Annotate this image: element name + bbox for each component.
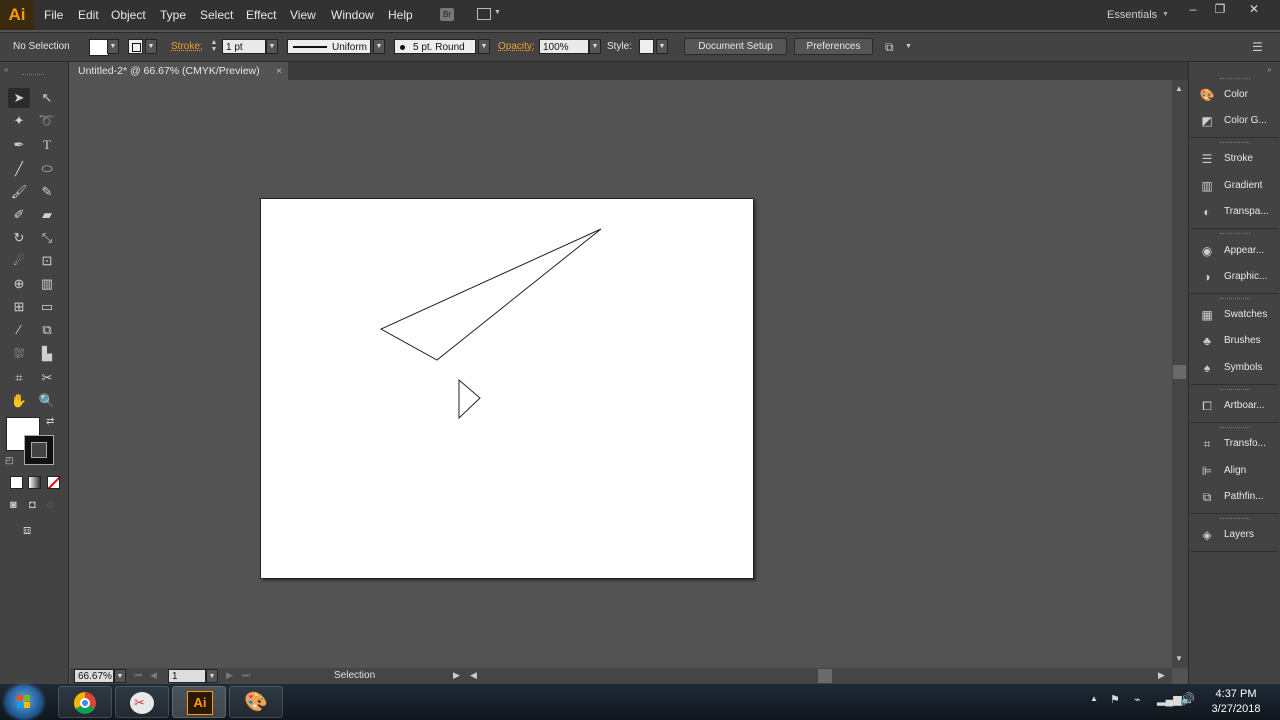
show-hidden-icons-icon[interactable]: ▲ [1090, 694, 1098, 703]
dock-gradient[interactable]: ▥ Gradient [1194, 175, 1280, 197]
clock-time: 4:37 PM [1215, 688, 1257, 700]
dock-separator [1190, 551, 1278, 552]
dock-align[interactable]: ⊫ Align [1194, 460, 1280, 482]
last-artboard-icon[interactable]: ⏭ [242, 670, 250, 681]
panel-grip[interactable] [1220, 298, 1250, 301]
taskbar-clock[interactable]: 4:37 PM 3/27/2018 [1204, 687, 1268, 717]
dock-separator [1190, 137, 1278, 138]
artboard-number-input[interactable]: 1 [168, 669, 206, 683]
vertical-scroll-thumb[interactable] [1173, 365, 1186, 379]
previous-artboard-icon[interactable]: ◀ [150, 670, 157, 681]
dock-color-guide[interactable]: ◩ Color G... [1194, 110, 1280, 132]
paint-icon[interactable]: 🎨 [229, 686, 283, 718]
vertical-scrollbar[interactable]: ▲ ▼ [1172, 80, 1188, 668]
horizontal-scroll-thumb[interactable] [818, 669, 832, 683]
snipping-tool-icon[interactable]: ✂ [115, 686, 169, 718]
dock-layers[interactable]: ◈ Layers [1194, 524, 1280, 546]
dock-transform[interactable]: ⌗ Transfo... [1194, 433, 1280, 455]
symbols-icon: ♠ [1203, 361, 1211, 375]
graphic-styles-icon: ◑ [1203, 270, 1211, 284]
dock-color[interactable]: 🎨 Color [1194, 84, 1280, 106]
color-palette-icon: 🎨 [1199, 88, 1215, 102]
expand-panels-icon[interactable]: » [1267, 65, 1271, 74]
dock-pathfinder[interactable]: ⧉ Pathfin... [1194, 486, 1280, 508]
start-button[interactable] [5, 685, 43, 719]
transform-icon: ⌗ [1203, 437, 1211, 451]
zoom-input[interactable]: 66.67% [74, 669, 114, 683]
panel-grip[interactable] [1220, 142, 1250, 145]
scroll-left-icon[interactable]: ◀ [470, 670, 477, 681]
dock-swatches[interactable]: ▦ Swatches [1194, 304, 1280, 326]
dock-separator [1190, 513, 1278, 514]
clock-date: 3/27/2018 [1211, 703, 1261, 715]
status-menu-icon[interactable]: ▶ [453, 670, 460, 681]
artboard-dropdown[interactable]: ▼ [206, 669, 218, 683]
triangle-shape-small[interactable] [458, 378, 481, 420]
triangle-shape-large[interactable] [379, 228, 602, 361]
dock-transparency[interactable]: ◐ Transpa... [1194, 201, 1280, 223]
gradient-icon: ▥ [1201, 179, 1213, 193]
current-tool-status: Selection [334, 670, 376, 681]
scroll-down-icon[interactable]: ▼ [1175, 654, 1183, 663]
first-artboard-icon[interactable]: ⏮ [134, 670, 142, 681]
volume-icon[interactable]: 🔊 [1180, 692, 1195, 706]
transparency-icon: ◐ [1203, 205, 1211, 219]
scroll-right-icon[interactable]: ▶ [1158, 670, 1165, 681]
dock-separator [1190, 384, 1278, 385]
panel-grip[interactable] [1220, 233, 1250, 236]
dock-artboards[interactable]: ⧠ Artboar... [1194, 395, 1280, 417]
brushes-icon: ♣ [1203, 334, 1211, 348]
pathfinder-icon: ⧉ [1202, 490, 1212, 504]
panel-grip[interactable] [1220, 78, 1250, 81]
panel-grip[interactable] [1220, 427, 1250, 430]
swatches-grid-icon: ▦ [1201, 308, 1213, 322]
artwork-layer [379, 228, 602, 420]
align-icon: ⊫ [1201, 464, 1213, 478]
dock-separator [1190, 422, 1278, 423]
appearance-icon: ◉ [1201, 244, 1213, 258]
dock-appearance[interactable]: ◉ Appear... [1194, 240, 1280, 262]
power-icon[interactable]: ⌁ [1134, 693, 1141, 706]
color-guide-icon: ◩ [1201, 114, 1213, 128]
artboards-icon: ⧠ [1202, 399, 1212, 413]
chrome-icon[interactable] [58, 686, 112, 718]
action-center-flag-icon[interactable]: ⚑ [1110, 693, 1120, 706]
dock-brushes[interactable]: ♣ Brushes [1194, 330, 1280, 352]
dock-separator [1190, 293, 1278, 294]
dock-graphic-styles[interactable]: ◑ Graphic... [1194, 266, 1280, 288]
panel-grip[interactable] [1220, 389, 1250, 392]
dock-symbols[interactable]: ♠ Symbols [1194, 357, 1280, 379]
stroke-lines-icon: ☰ [1201, 152, 1213, 166]
status-bar: 66.67% ▼ ⏮ ◀ 1 ▼ ▶ ⏭ Selection ▶ ◀ ▶ [70, 668, 1172, 684]
panel-grip[interactable] [1220, 518, 1250, 521]
layers-icon: ◈ [1202, 528, 1212, 542]
scroll-up-icon[interactable]: ▲ [1175, 84, 1183, 93]
next-artboard-icon[interactable]: ▶ [226, 670, 233, 681]
dock-separator [1190, 228, 1278, 229]
dock-stroke[interactable]: ☰ Stroke [1194, 148, 1280, 170]
network-signal-icon[interactable]: ▂▄▆ [1157, 693, 1182, 706]
illustrator-icon[interactable]: Ai [172, 686, 226, 718]
zoom-dropdown[interactable]: ▼ [114, 669, 126, 683]
